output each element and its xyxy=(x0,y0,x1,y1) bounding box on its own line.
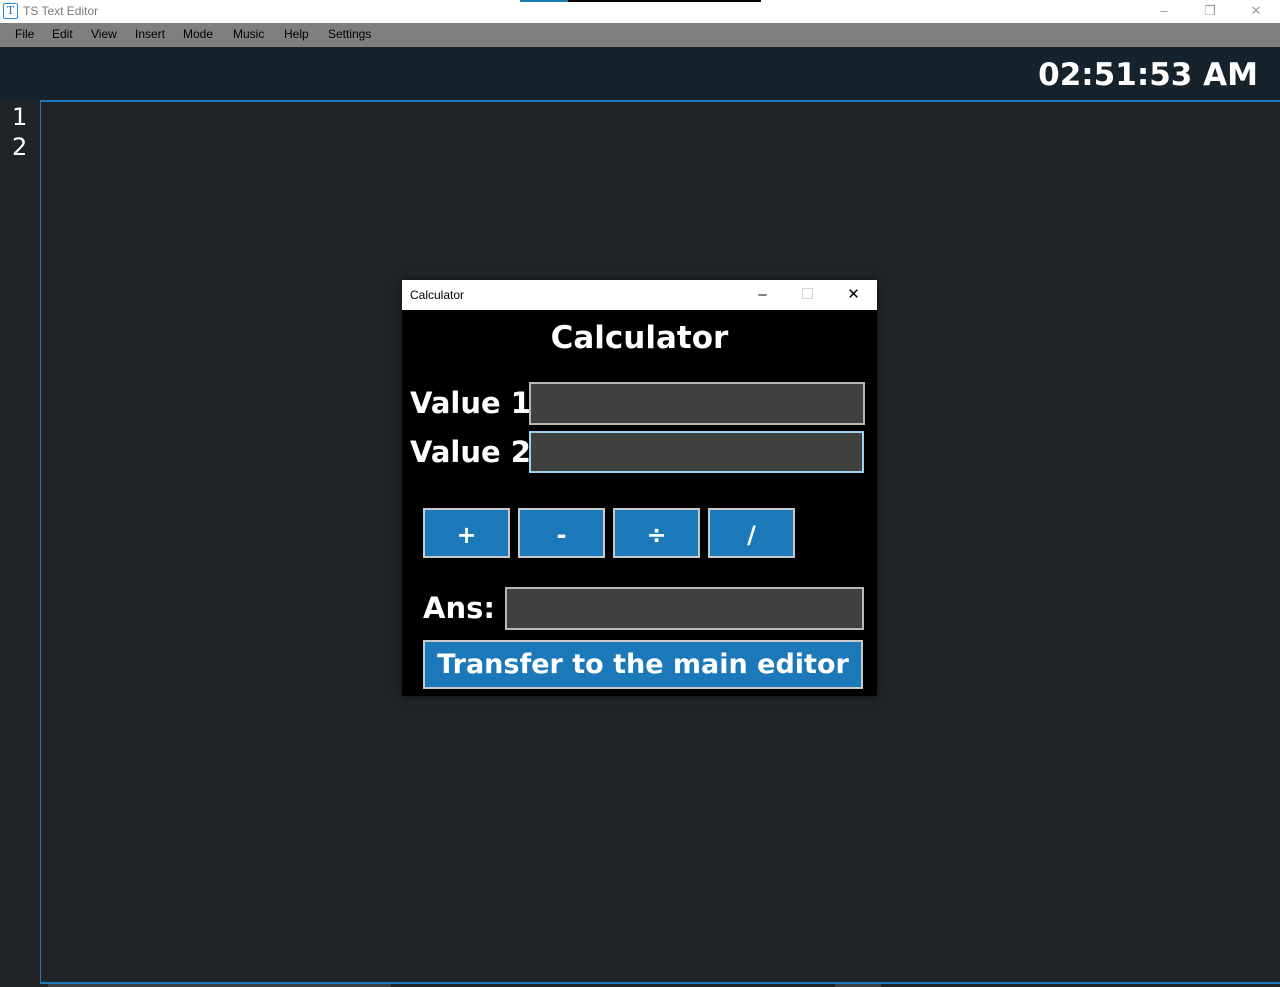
menu-edit[interactable]: Edit xyxy=(52,27,73,41)
menu-mode[interactable]: Mode xyxy=(183,27,213,41)
restore-button[interactable]: ❐ xyxy=(1187,0,1233,23)
line-number: 1 xyxy=(12,103,28,131)
window-title: TS Text Editor xyxy=(23,4,99,18)
calculator-window-title: Calculator xyxy=(410,288,465,302)
clock-display: 02:51:53 AM xyxy=(1038,57,1258,93)
menu-settings[interactable]: Settings xyxy=(328,27,371,41)
title-bar: T TS Text Editor – ❐ ✕ xyxy=(0,0,1280,23)
ans-label: Ans: xyxy=(423,591,495,625)
menu-insert[interactable]: Insert xyxy=(135,27,165,41)
app-logo-icon: T xyxy=(3,3,18,19)
taskbar-accent-dark xyxy=(568,0,761,2)
line-number-gutter: 1 2 xyxy=(0,100,40,987)
menu-bar: File Edit View Insert Mode Music Help Se… xyxy=(0,23,1280,47)
menu-view[interactable]: View xyxy=(91,27,117,41)
add-button[interactable]: + xyxy=(423,508,510,558)
calculator-window: Calculator – ☐ ✕ Calculator Value 1: Val… xyxy=(402,280,877,696)
value2-label: Value 2: xyxy=(410,435,543,469)
value1-input[interactable] xyxy=(529,382,865,425)
taskbar-accent xyxy=(520,0,568,2)
transfer-to-editor-button[interactable]: Transfer to the main editor xyxy=(423,640,863,689)
menu-music[interactable]: Music xyxy=(233,27,264,41)
calculator-close-button[interactable]: ✕ xyxy=(831,280,876,310)
answer-output[interactable] xyxy=(505,587,864,630)
minimize-button[interactable]: – xyxy=(1141,0,1187,23)
menu-help[interactable]: Help xyxy=(284,27,309,41)
clock-bar: 02:51:53 AM xyxy=(0,47,1280,100)
calculator-minimize-button[interactable]: – xyxy=(740,280,785,310)
calculator-maximize-button[interactable]: ☐ xyxy=(785,280,830,310)
value1-label: Value 1: xyxy=(410,386,543,420)
slash-divide-button[interactable]: / xyxy=(708,508,795,558)
calculator-heading: Calculator xyxy=(550,320,729,356)
divide-symbol-button[interactable]: ÷ xyxy=(613,508,700,558)
calculator-title-bar: Calculator – ☐ ✕ xyxy=(402,280,877,310)
subtract-button[interactable]: - xyxy=(518,508,605,558)
line-number: 2 xyxy=(12,133,28,161)
menu-file[interactable]: File xyxy=(15,27,34,41)
close-button[interactable]: ✕ xyxy=(1233,0,1279,23)
value2-input[interactable] xyxy=(529,431,864,473)
